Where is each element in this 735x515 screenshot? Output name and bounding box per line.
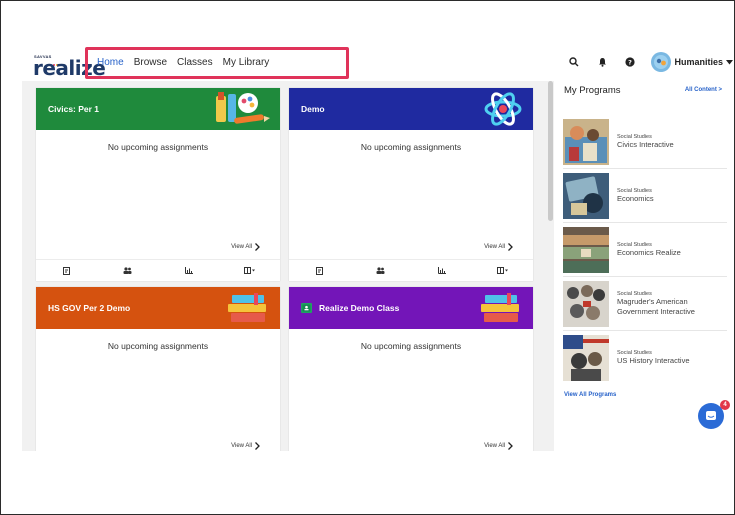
nav-classes[interactable]: Classes: [177, 57, 213, 68]
program-title-line-1[interactable]: Magruder's American: [617, 297, 695, 307]
class-name[interactable]: Civics: Per 1: [48, 104, 99, 114]
class-card[interactable]: Realize Demo Class No upcoming assignmen…: [289, 287, 533, 451]
class-card-toolbar: [289, 259, 533, 281]
books-icon: [479, 289, 523, 329]
chevron-right-icon: [508, 442, 513, 450]
program-thumbnail: [563, 118, 609, 165]
class-card[interactable]: Civics: Per 1 No upcoming assignments Vi…: [36, 88, 280, 281]
class-name[interactable]: Demo: [301, 104, 325, 114]
program-category: Social Studies: [617, 187, 652, 194]
empty-assignments-text: No upcoming assignments: [360, 142, 462, 152]
class-grid: Civics: Per 1 No upcoming assignments Vi…: [22, 81, 554, 451]
books-icon: [226, 289, 270, 329]
programs-sidebar: My Programs All Content > Social Studies…: [556, 81, 734, 451]
class-name[interactable]: HS GOV Per 2 Demo: [48, 303, 130, 313]
empty-assignments-text: No upcoming assignments: [107, 142, 209, 152]
view-all-link[interactable]: View All: [484, 242, 513, 251]
program-item[interactable]: Social Studies Economics: [563, 169, 727, 223]
assignments-icon[interactable]: [60, 266, 74, 276]
data-icon[interactable]: [435, 266, 449, 276]
program-thumbnail: [563, 280, 609, 327]
program-item[interactable]: Social Studies US History Interactive: [563, 331, 727, 385]
students-icon[interactable]: [121, 266, 135, 276]
search-icon[interactable]: [567, 55, 581, 69]
class-card-header[interactable]: HS GOV Per 2 Demo: [36, 287, 280, 329]
chat-notification-badge: 4: [720, 400, 730, 410]
user-menu[interactable]: Humanities: [651, 52, 733, 72]
art-supplies-icon: [212, 90, 270, 130]
chevron-right-icon: [255, 243, 260, 251]
program-item[interactable]: Social Studies Magruder's American Gover…: [563, 277, 727, 331]
layout-icon[interactable]: [496, 266, 510, 276]
class-card-body: No upcoming assignments View All: [289, 329, 533, 451]
program-title[interactable]: Economics Realize: [617, 248, 681, 258]
empty-assignments-text: No upcoming assignments: [360, 341, 462, 351]
class-card-header[interactable]: Realize Demo Class: [289, 287, 533, 329]
program-thumbnail: [563, 226, 609, 273]
nav-my-library[interactable]: My Library: [223, 57, 270, 68]
program-title[interactable]: US History Interactive: [617, 356, 690, 366]
app-window: SAVVAS realize Home Browse Classes My Li…: [0, 0, 735, 515]
header-actions: ? Humanities: [567, 52, 733, 72]
svg-text:?: ?: [629, 58, 633, 66]
sidebar-title: My Programs: [564, 85, 621, 96]
program-thumbnail: [563, 335, 609, 381]
layout-icon[interactable]: [243, 266, 257, 276]
program-thumbnail: [563, 172, 609, 219]
empty-assignments-text: No upcoming assignments: [107, 341, 209, 351]
bell-icon[interactable]: [595, 55, 609, 69]
class-card-header[interactable]: Civics: Per 1: [36, 88, 280, 130]
top-header: SAVVAS realize Home Browse Classes My Li…: [21, 47, 733, 84]
view-all-label[interactable]: View All: [231, 443, 252, 449]
view-all-label[interactable]: View All: [484, 443, 505, 449]
view-all-label[interactable]: View All: [484, 244, 505, 250]
assignments-icon[interactable]: [313, 266, 327, 276]
avatar: [651, 52, 672, 72]
nav-browse[interactable]: Browse: [134, 57, 167, 68]
program-title[interactable]: Economics: [617, 194, 654, 204]
view-all-link[interactable]: View All: [231, 242, 260, 251]
class-card-body: No upcoming assignments View All: [289, 130, 533, 259]
chevron-right-icon: [255, 442, 260, 450]
class-card[interactable]: HS GOV Per 2 Demo No upcoming assignment…: [36, 287, 280, 451]
view-all-programs-link[interactable]: View All Programs: [564, 392, 616, 398]
google-classroom-icon: [301, 303, 312, 313]
view-all-link[interactable]: View All: [231, 441, 260, 450]
chat-icon: [706, 411, 716, 420]
class-card-toolbar: [36, 259, 280, 281]
class-card-body: No upcoming assignments View All: [36, 130, 280, 259]
chevron-right-icon: [508, 243, 513, 251]
main-nav: Home Browse Classes My Library: [97, 57, 269, 68]
all-content-link[interactable]: All Content >: [685, 87, 722, 93]
class-card-header[interactable]: Demo: [289, 88, 533, 130]
program-item[interactable]: Social Studies Civics Interactive: [563, 115, 727, 169]
nav-home[interactable]: Home: [97, 57, 124, 68]
help-icon[interactable]: ?: [623, 55, 637, 69]
program-title[interactable]: Civics Interactive: [617, 140, 674, 150]
user-label: Humanities: [674, 57, 723, 67]
class-card-body: No upcoming assignments View All: [36, 329, 280, 451]
program-title-line-2[interactable]: Government Interactive: [617, 307, 695, 317]
view-all-link[interactable]: View All: [484, 441, 513, 450]
view-all-label[interactable]: View All: [231, 244, 252, 250]
atom-icon: [483, 90, 523, 130]
scrollbar[interactable]: [548, 81, 553, 221]
chevron-down-icon: [726, 59, 733, 64]
program-item[interactable]: Social Studies Economics Realize: [563, 223, 727, 277]
data-icon[interactable]: [182, 266, 196, 276]
class-name[interactable]: Realize Demo Class: [319, 303, 399, 313]
students-icon[interactable]: [374, 266, 388, 276]
class-card[interactable]: Demo No upcoming assignments View All: [289, 88, 533, 281]
